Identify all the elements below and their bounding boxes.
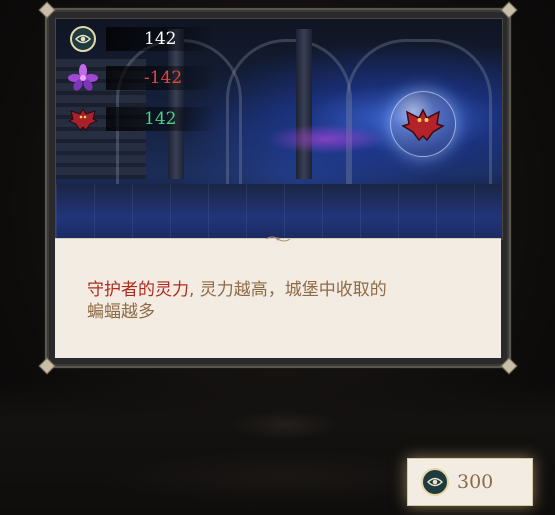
description-text: 守护者的灵力, 灵力越高，城堡中收取的 蝙蝠越多 (87, 280, 387, 322)
stat-row-bat: 142 (68, 104, 216, 134)
background-shadow (230, 410, 340, 440)
arch (226, 39, 352, 202)
spirit-eye-icon (68, 24, 98, 54)
pillar (296, 29, 312, 179)
cost-value: 300 (457, 471, 494, 493)
spirit-cost-button[interactable]: 300 (407, 458, 533, 506)
description-highlight: 守护者的灵力 (87, 280, 189, 300)
corner-ornament (500, 1, 518, 19)
divider-ornament-icon (266, 236, 290, 242)
stat-value-bat: 142 (144, 109, 177, 129)
bat-icon (401, 108, 445, 142)
floor (56, 184, 502, 239)
stat-value-spirit: 142 (144, 29, 177, 49)
description-line1: 灵力越高，城堡中收取的 (194, 280, 387, 300)
bat-crest-icon (68, 104, 98, 134)
stat-row-spirit: 142 (68, 24, 216, 54)
corner-ornament (38, 1, 56, 19)
spirit-eye-icon (421, 468, 449, 496)
description-panel: 守护者的灵力, 灵力越高，城堡中收取的 蝙蝠越多 (55, 236, 501, 358)
stat-row-flower: -142 (68, 63, 216, 93)
stat-value-flower: -142 (144, 68, 183, 88)
description-line2: 蝙蝠越多 (87, 302, 155, 322)
corner-ornament (500, 357, 518, 375)
info-card: 142 -142 142 守护者的灵力, 灵力越高，城堡中收取的 蝙蝠越多 (38, 1, 518, 375)
castle-scene-illustration: 142 -142 142 (55, 18, 503, 240)
purple-flower-icon (68, 63, 98, 93)
purple-crystals (266, 124, 386, 154)
bat-orb (390, 91, 456, 157)
corner-ornament (38, 357, 56, 375)
